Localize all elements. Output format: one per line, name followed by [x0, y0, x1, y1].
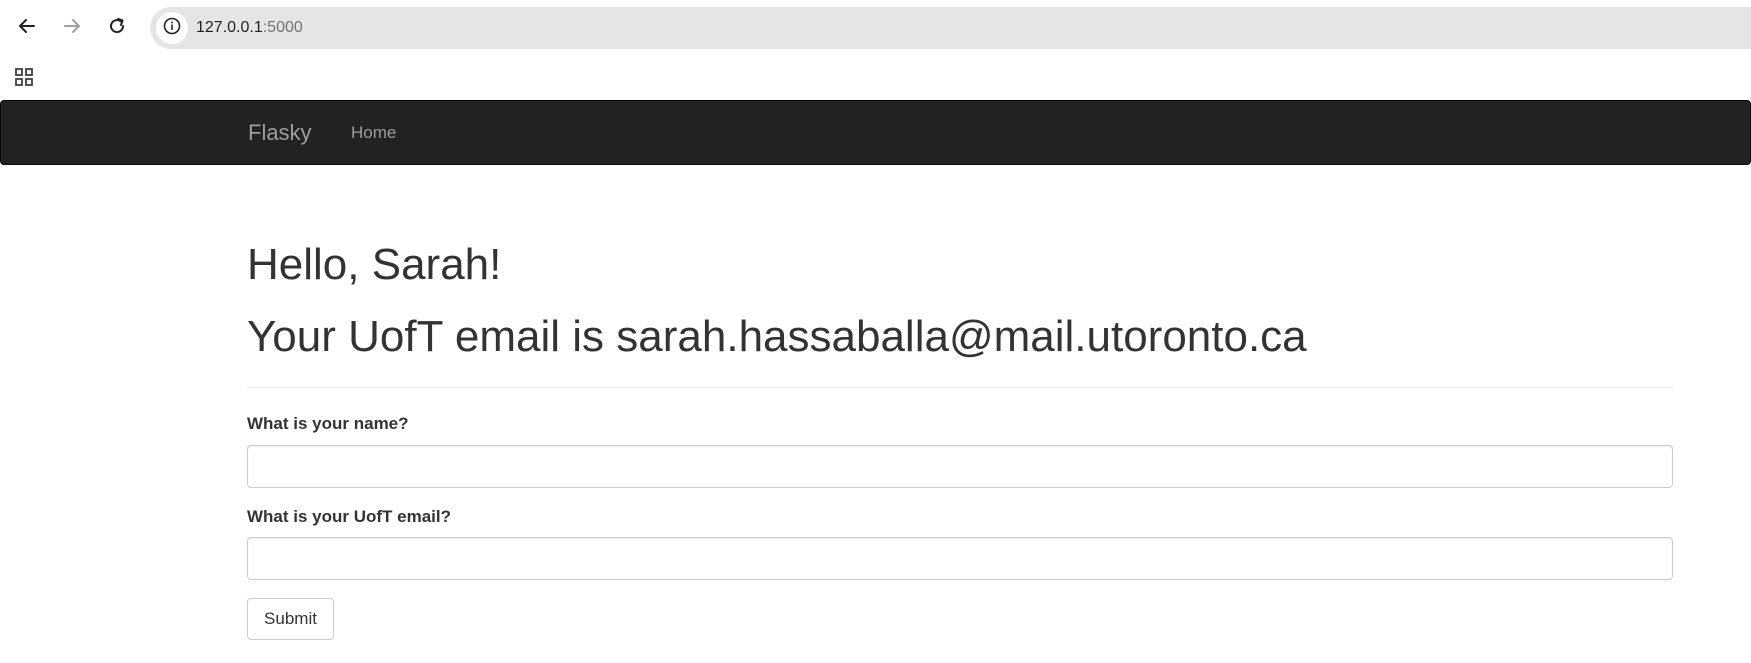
back-button[interactable] — [12, 11, 42, 41]
site-info-icon — [163, 17, 181, 40]
apps-icon[interactable] — [12, 65, 36, 89]
email-label: What is your UofT email? — [247, 507, 452, 526]
address-bar[interactable]: 127.0.0.1:5000 — [150, 7, 1751, 49]
email-input[interactable] — [247, 537, 1673, 580]
greeting-heading: Hello, Sarah! — [247, 240, 502, 289]
reload-icon — [107, 16, 127, 36]
bookmarks-bar — [0, 56, 1751, 100]
reload-button[interactable] — [102, 11, 132, 41]
page-header: Hello, Sarah! Your UofT email is sarah.h… — [247, 230, 1673, 374]
address-text[interactable]: 127.0.0.1:5000 — [196, 7, 303, 49]
navbar-brand[interactable]: Flasky — [248, 101, 312, 164]
site-info-button[interactable] — [156, 12, 188, 44]
address-host: 127.0.0.1 — [196, 19, 263, 36]
navbar: Flasky Home — [0, 100, 1751, 165]
back-icon — [17, 16, 37, 36]
nav-link-home[interactable]: Home — [351, 101, 396, 164]
name-label: What is your name? — [247, 414, 409, 433]
name-input[interactable] — [247, 445, 1673, 488]
address-port: :5000 — [262, 19, 303, 36]
email-heading: Your UofT email is sarah.hassaballa@mail… — [247, 312, 1307, 361]
header-divider — [247, 387, 1673, 388]
forward-button[interactable] — [57, 11, 87, 41]
browser-toolbar: 127.0.0.1:5000 — [0, 0, 1751, 56]
forward-icon — [62, 16, 82, 36]
submit-button[interactable]: Submit — [247, 598, 334, 640]
